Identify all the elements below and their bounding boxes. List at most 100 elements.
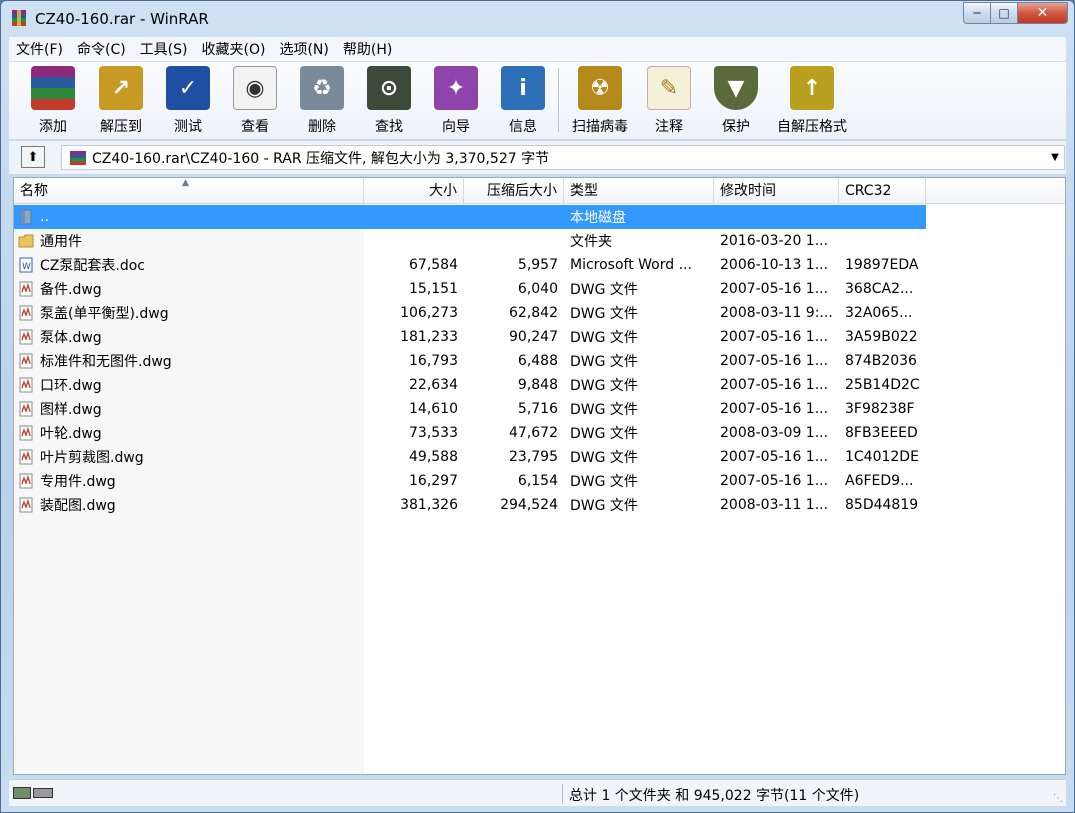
file-name: .. bbox=[40, 209, 49, 225]
dwg-file-icon bbox=[18, 401, 34, 417]
file-row[interactable]: 装配图.dwg 381,326 294,524 DWG 文件 2008-03-11 1.… bbox=[14, 493, 1065, 517]
comment-button[interactable]: ✎ 注释 bbox=[636, 66, 702, 136]
file-row[interactable]: .. 本地磁盘 bbox=[14, 205, 926, 229]
file-type: DWG 文件 bbox=[570, 378, 638, 394]
maximize-button[interactable]: □ bbox=[991, 2, 1018, 24]
file-crc32: 8FB3EEED bbox=[845, 425, 918, 441]
file-name-cell: 叶轮.dwg bbox=[14, 423, 364, 443]
file-list[interactable]: 名称 ▲ 大小 压缩后大小 类型 修改时间 CRC32 .. 本地磁盘通用件 文件夹 2… bbox=[13, 177, 1066, 775]
dwg-file-icon bbox=[18, 473, 34, 489]
file-crc32: 32A065... bbox=[845, 305, 913, 321]
file-row[interactable]: 图样.dwg 14,610 5,716 DWG 文件 2007-05-16 1... 3F… bbox=[14, 397, 1065, 421]
file-size: 181,233 bbox=[400, 329, 458, 345]
menu-favorites[interactable]: 收藏夹(O) bbox=[195, 39, 273, 59]
drive-icon[interactable] bbox=[13, 787, 31, 799]
menu-options[interactable]: 选项(N) bbox=[272, 39, 335, 59]
add-button[interactable]: 添加 bbox=[20, 66, 86, 136]
file-packed-size: 6,488 bbox=[517, 353, 558, 369]
file-row[interactable]: W CZ泵配套表.doc 67,584 5,957 Microsoft Word ...… bbox=[14, 253, 1065, 277]
protect-button[interactable]: ▼ 保护 bbox=[703, 66, 769, 136]
up-folder-button[interactable]: ⬆ bbox=[21, 146, 45, 168]
file-crc32: 1C4012DE bbox=[845, 449, 919, 465]
file-row[interactable]: 口环.dwg 22,634 9,848 DWG 文件 2007-05-16 1... 25… bbox=[14, 373, 1065, 397]
minimize-icon: ─ bbox=[973, 6, 981, 20]
file-name-cell: 备件.dwg bbox=[14, 279, 364, 299]
comment-icon: ✎ bbox=[647, 66, 691, 110]
view-button[interactable]: ◉ 查看 bbox=[222, 66, 288, 136]
col-size[interactable]: 大小 bbox=[364, 178, 464, 204]
col-crc[interactable]: CRC32 bbox=[839, 178, 926, 204]
address-bar: ⬆ CZ40-160.rar\CZ40-160 - RAR 压缩文件, 解包大小… bbox=[9, 140, 1066, 174]
menu-tools[interactable]: 工具(S) bbox=[133, 39, 195, 59]
close-button[interactable]: ✕ bbox=[1018, 2, 1068, 24]
wizard-button[interactable]: ✦ 向导 bbox=[423, 66, 489, 136]
protect-icon: ▼ bbox=[714, 66, 758, 110]
sfx-icon: ↑ bbox=[790, 66, 834, 110]
find-label: 查找 bbox=[375, 119, 403, 135]
file-crc32: 25B14D2C bbox=[845, 377, 920, 393]
info-label: 信息 bbox=[509, 119, 537, 135]
file-crc32: 19897EDA bbox=[845, 257, 919, 273]
find-button[interactable]: ⊙ 查找 bbox=[356, 66, 422, 136]
col-name[interactable]: 名称 ▲ bbox=[14, 178, 364, 204]
file-type: DWG 文件 bbox=[570, 426, 638, 442]
info-button[interactable]: i 信息 bbox=[490, 66, 556, 136]
virus-scan-button[interactable]: ☢ 扫描病毒 bbox=[565, 66, 635, 136]
file-crc32: 3F98238F bbox=[845, 401, 915, 417]
delete-button[interactable]: ♻ 删除 bbox=[289, 66, 355, 136]
file-modified-time: 2008-03-09 1... bbox=[720, 425, 829, 441]
file-name-cell: W CZ泵配套表.doc bbox=[14, 255, 364, 275]
resize-grip-icon[interactable]: ⋱ bbox=[1053, 793, 1063, 804]
col-packed[interactable]: 压缩后大小 bbox=[464, 178, 564, 204]
test-button[interactable]: ✓ 测试 bbox=[155, 66, 221, 136]
file-row[interactable]: 叶片剪裁图.dwg 49,588 23,795 DWG 文件 2007-05-16 1.… bbox=[14, 445, 1065, 469]
file-type: DWG 文件 bbox=[570, 498, 638, 514]
address-combo[interactable]: CZ40-160.rar\CZ40-160 - RAR 压缩文件, 解包大小为 … bbox=[61, 145, 1065, 170]
word-doc-icon: W bbox=[18, 257, 34, 273]
file-packed-size: 6,040 bbox=[517, 281, 558, 297]
file-row[interactable]: 备件.dwg 15,151 6,040 DWG 文件 2007-05-16 1... 36… bbox=[14, 277, 1065, 301]
protect-label: 保护 bbox=[722, 119, 750, 135]
title-bar[interactable]: CZ40-160.rar - WinRAR ─ □ ✕ bbox=[1, 1, 1074, 37]
find-icon: ⊙ bbox=[367, 66, 411, 110]
sfx-button[interactable]: ↑ 自解压格式 bbox=[771, 66, 853, 136]
file-type: 本地磁盘 bbox=[570, 210, 626, 226]
chevron-down-icon[interactable]: ▼ bbox=[1046, 152, 1064, 163]
view-label: 查看 bbox=[241, 119, 269, 135]
file-packed-size: 47,672 bbox=[509, 425, 558, 441]
file-crc32: 3A59B022 bbox=[845, 329, 918, 345]
menu-commands[interactable]: 命令(C) bbox=[70, 39, 133, 59]
dwg-file-icon bbox=[18, 329, 34, 345]
file-name: 口环.dwg bbox=[40, 378, 102, 394]
minimize-button[interactable]: ─ bbox=[963, 2, 991, 24]
file-row[interactable]: 标准件和无图件.dwg 16,793 6,488 DWG 文件 2007-05-16 1… bbox=[14, 349, 1065, 373]
file-row[interactable]: 专用件.dwg 16,297 6,154 DWG 文件 2007-05-16 1... A… bbox=[14, 469, 1065, 493]
window-title: CZ40-160.rar - WinRAR bbox=[35, 10, 209, 28]
status-bar: 总计 1 个文件夹 和 945,022 字节(11 个文件) ⋱ bbox=[9, 779, 1066, 806]
file-row[interactable]: 通用件 文件夹 2016-03-20 1... bbox=[14, 229, 1065, 253]
toolbar-separator bbox=[558, 68, 559, 132]
file-name: 标准件和无图件.dwg bbox=[40, 354, 172, 370]
virus-scan-label: 扫描病毒 bbox=[572, 119, 628, 135]
file-row[interactable]: 叶轮.dwg 73,533 47,672 DWG 文件 2008-03-09 1... 8… bbox=[14, 421, 1065, 445]
folder-icon bbox=[18, 233, 34, 249]
file-size: 16,793 bbox=[409, 353, 458, 369]
file-name-cell: .. bbox=[14, 209, 364, 225]
column-header: 名称 ▲ 大小 压缩后大小 类型 修改时间 CRC32 bbox=[14, 178, 1065, 204]
file-row[interactable]: 泵盖(单平衡型).dwg 106,273 62,842 DWG 文件 2008-03-1… bbox=[14, 301, 1065, 325]
file-name-cell: 泵盖(单平衡型).dwg bbox=[14, 303, 364, 323]
col-type[interactable]: 类型 bbox=[564, 178, 714, 204]
key-icon[interactable] bbox=[33, 788, 53, 798]
menu-file[interactable]: 文件(F) bbox=[9, 39, 70, 59]
menu-help[interactable]: 帮助(H) bbox=[336, 39, 399, 59]
file-modified-time: 2007-05-16 1... bbox=[720, 401, 829, 417]
file-crc32: 85D44819 bbox=[845, 497, 919, 513]
extract-to-button[interactable]: ↗ 解压到 bbox=[88, 66, 154, 136]
file-size: 14,610 bbox=[409, 401, 458, 417]
col-mtime-label: 修改时间 bbox=[720, 183, 776, 199]
file-row[interactable]: 泵体.dwg 181,233 90,247 DWG 文件 2007-05-16 1...… bbox=[14, 325, 1065, 349]
file-name: 专用件.dwg bbox=[40, 474, 116, 490]
file-packed-size: 294,524 bbox=[500, 497, 558, 513]
col-mtime[interactable]: 修改时间 bbox=[714, 178, 839, 204]
extract-to-label: 解压到 bbox=[100, 119, 142, 135]
